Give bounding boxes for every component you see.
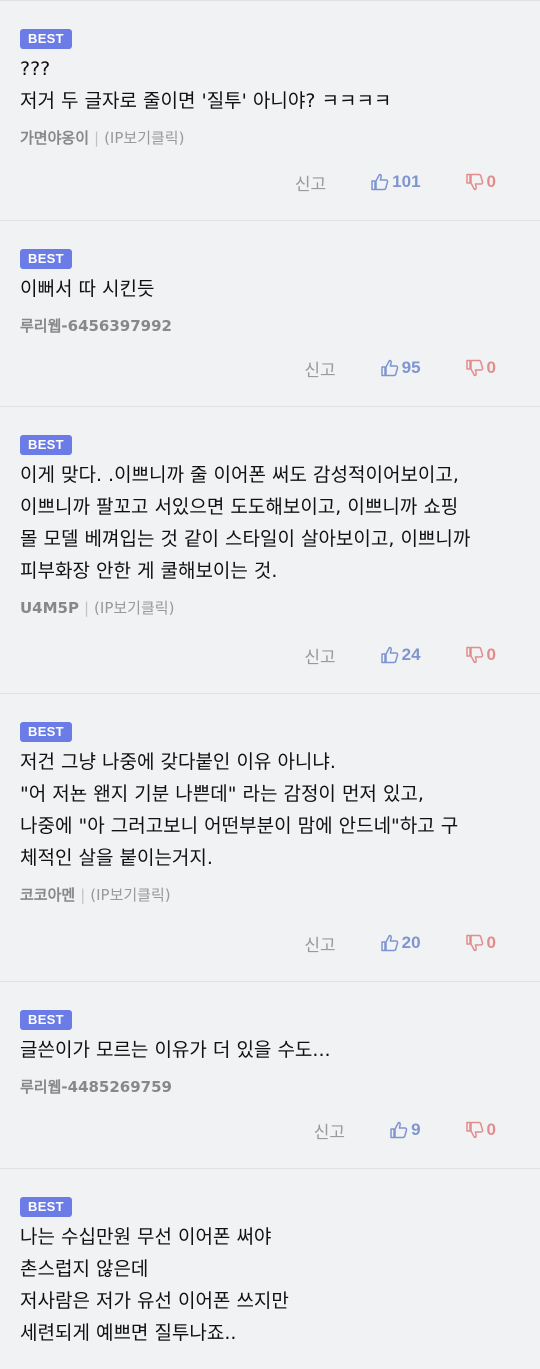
comment-text: ??? 저거 두 글자로 줄이면 '질투' 아니야? ㅋㅋㅋㅋ — [20, 53, 520, 117]
comment-author: U4M5P | (IP보기클릭) — [20, 597, 520, 619]
comment-item: BEST 글쓴이가 모르는 이유가 더 있을 수도... 루리웹-4485269… — [0, 982, 540, 1169]
dislike-button[interactable]: 0 — [465, 358, 496, 378]
report-button[interactable]: 신고 — [295, 170, 326, 195]
comment-line: 나는 수십만원 무선 이어폰 써야 — [20, 1226, 272, 1248]
separator: | — [94, 129, 100, 147]
dislike-button[interactable]: 0 — [465, 645, 496, 665]
author-nickname[interactable]: 코코아멘 — [20, 886, 75, 904]
best-badge: BEST — [20, 1010, 72, 1030]
separator: | — [83, 599, 90, 617]
thumb-up-icon — [380, 934, 398, 952]
report-button[interactable]: 신고 — [304, 931, 335, 956]
comment-line: 저건 그냥 나중에 갖다붙인 이유 아니냐. — [20, 751, 336, 773]
comment-text: 저건 그냥 나중에 갖다붙인 이유 아니냐. "어 저뇬 왠지 기분 나쁜데" … — [20, 746, 520, 874]
comment-line: "어 저뇬 왠지 기분 나쁜데" 라는 감정이 먼저 있고, — [20, 783, 424, 805]
thumb-down-icon — [465, 1121, 483, 1139]
thumb-up-icon — [380, 646, 398, 664]
dislike-count: 0 — [486, 645, 496, 664]
comment-line: 체적인 살을 붙이는거지. — [20, 847, 213, 869]
comment-line: 몰 모델 베껴입는 것 같이 스타일이 살아보이고, 이쁘니까 — [20, 528, 471, 550]
dislike-count: 0 — [486, 358, 496, 377]
like-count: 101 — [392, 172, 421, 191]
thumb-down-icon — [465, 173, 483, 191]
author-nickname[interactable]: 루리웹-6456397992 — [20, 317, 172, 335]
comment-line: 이뻐서 따 시킨듯 — [20, 278, 155, 300]
comment-text: 나는 수십만원 무선 이어폰 써야 촌스럽지 않은데 저사람은 저가 유선 이어… — [20, 1221, 520, 1349]
separator: | — [80, 886, 86, 904]
comment-line: 저사람은 저가 유선 이어폰 쓰지만 — [20, 1290, 289, 1312]
dislike-button[interactable]: 0 — [465, 933, 496, 953]
comment-text: 이뻐서 따 시킨듯 — [20, 273, 520, 305]
comment-actions: 신고 24 0 — [304, 643, 496, 668]
like-count: 24 — [401, 645, 421, 664]
like-button[interactable]: 101 — [370, 172, 421, 192]
comment-item: BEST 이뻐서 따 시킨듯 루리웹-6456397992 신고 95 0 — [0, 221, 540, 407]
like-count: 9 — [411, 1120, 421, 1139]
comment-line: 이쁘니까 팔꼬고 서있으면 도도해보이고, 이쁘니까 쇼핑 — [20, 496, 459, 518]
comment-item: BEST 나는 수십만원 무선 이어폰 써야 촌스럽지 않은데 저사람은 저가 … — [0, 1169, 540, 1369]
ip-view-link[interactable]: (IP보기클릭) — [90, 886, 170, 904]
thumb-down-icon — [465, 934, 483, 952]
comment-line: 촌스럽지 않은데 — [20, 1258, 149, 1280]
comment-text: 이게 맞다. .이쁘니까 줄 이어폰 써도 감성적이어보이고, 이쁘니까 팔꼬고… — [20, 459, 520, 587]
comment-author: 루리웹-6456397992 — [20, 315, 520, 337]
dislike-count: 0 — [486, 1120, 496, 1139]
comment-line: 세련되게 예쁘면 질투나죠.. — [20, 1322, 237, 1344]
like-count: 95 — [401, 358, 421, 377]
comment-actions: 신고 20 0 — [304, 931, 496, 956]
thumb-up-icon — [371, 173, 389, 191]
comment-actions: 신고 101 0 — [295, 170, 496, 195]
dislike-count: 0 — [486, 172, 496, 191]
comment-item: BEST 저건 그냥 나중에 갖다붙인 이유 아니냐. "어 저뇬 왠지 기분 … — [0, 694, 540, 982]
thumb-down-icon — [465, 359, 483, 377]
like-button[interactable]: 95 — [380, 358, 421, 378]
like-button[interactable]: 20 — [380, 933, 421, 953]
comment-line: 피부화장 안한 게 쿨해보이는 것. — [20, 560, 278, 582]
author-nickname[interactable]: U4M5P — [20, 599, 79, 617]
best-badge: BEST — [20, 29, 72, 49]
report-button[interactable]: 신고 — [304, 356, 335, 381]
comment-actions: 신고 9 0 — [314, 1118, 496, 1143]
ip-view-link[interactable]: (IP보기클릭) — [94, 599, 174, 617]
comment-author: 코코아멘 | (IP보기클릭) — [20, 884, 520, 906]
thumb-down-icon — [465, 646, 483, 664]
comment-item: BEST ??? 저거 두 글자로 줄이면 '질투' 아니야? ㅋㅋㅋㅋ 가면야… — [0, 1, 540, 221]
dislike-button[interactable]: 0 — [465, 1120, 496, 1140]
dislike-button[interactable]: 0 — [465, 172, 496, 192]
comment-line: 이게 맞다. .이쁘니까 줄 이어폰 써도 감성적이어보이고, — [20, 464, 459, 486]
best-badge: BEST — [20, 435, 72, 455]
like-count: 20 — [401, 933, 421, 952]
ip-view-link[interactable]: (IP보기클릭) — [104, 129, 184, 147]
comment-line: 나중에 "아 그러고보니 어떤부분이 맘에 안드네"하고 구 — [20, 815, 459, 837]
best-badge: BEST — [20, 249, 72, 269]
report-button[interactable]: 신고 — [304, 643, 335, 668]
comment-line: 글쓴이가 모르는 이유가 더 있을 수도... — [20, 1039, 331, 1061]
comment-actions: 신고 95 0 — [304, 356, 496, 381]
comment-text: 글쓴이가 모르는 이유가 더 있을 수도... — [20, 1034, 520, 1066]
comment-item: BEST 이게 맞다. .이쁘니까 줄 이어폰 써도 감성적이어보이고, 이쁘니… — [0, 407, 540, 694]
report-button[interactable]: 신고 — [314, 1118, 345, 1143]
like-button[interactable]: 9 — [389, 1120, 421, 1140]
best-badge: BEST — [20, 722, 72, 742]
comment-list: BEST ??? 저거 두 글자로 줄이면 '질투' 아니야? ㅋㅋㅋㅋ 가면야… — [0, 0, 540, 1369]
best-badge: BEST — [20, 1197, 72, 1217]
comment-author: 루리웹-4485269759 — [20, 1076, 520, 1098]
comment-line: 저거 두 글자로 줄이면 '질투' 아니야? ㅋㅋㅋㅋ — [20, 90, 392, 112]
comment-author: 가면야옹이 | (IP보기클릭) — [20, 127, 520, 149]
dislike-count: 0 — [486, 933, 496, 952]
thumb-up-icon — [390, 1121, 408, 1139]
author-nickname[interactable]: 루리웹-4485269759 — [20, 1078, 172, 1096]
thumb-up-icon — [380, 359, 398, 377]
author-nickname[interactable]: 가면야옹이 — [20, 129, 89, 147]
like-button[interactable]: 24 — [380, 645, 421, 665]
comment-line: ??? — [20, 58, 51, 80]
